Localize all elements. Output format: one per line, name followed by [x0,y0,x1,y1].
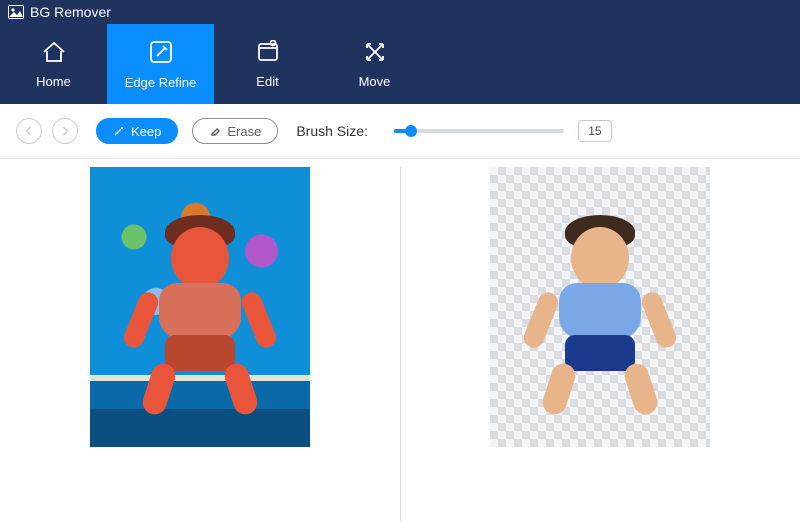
app-logo-icon [8,5,24,19]
cutout-subject [525,215,675,415]
app-title: BG Remover [30,4,111,20]
eraser-icon [209,125,221,137]
tab-label: Move [359,74,391,89]
arrow-right-icon [59,125,71,137]
home-icon [41,40,67,64]
wand-icon [113,125,125,137]
erase-button[interactable]: Erase [192,118,278,144]
tab-label: Edge Refine [125,75,197,90]
slider-thumb[interactable] [405,125,417,137]
redo-button[interactable] [52,118,78,144]
titlebar: BG Remover [0,0,800,24]
keep-label: Keep [131,124,161,139]
result-canvas[interactable] [490,167,710,447]
tab-bar: Home Edge Refine Edit Move [0,24,800,104]
app-header: BG Remover Home Edge Refine Edit Move [0,0,800,104]
erase-label: Erase [227,124,261,139]
move-icon [363,40,387,64]
brush-size-slider[interactable] [394,129,564,133]
arrow-left-icon [23,125,35,137]
tab-edit[interactable]: Edit [214,24,321,104]
undo-button[interactable] [16,118,42,144]
toolbar: Keep Erase Brush Size: 15 [0,104,800,159]
keep-button[interactable]: Keep [96,118,178,144]
tab-home[interactable]: Home [0,24,107,104]
edit-icon [255,40,281,64]
brush-size-value[interactable]: 15 [578,120,612,142]
selection-mask [125,215,275,415]
tab-label: Edit [256,74,278,89]
tab-label: Home [36,74,71,89]
workspace [0,159,800,522]
tab-edge-refine[interactable]: Edge Refine [107,24,214,104]
original-canvas[interactable] [90,167,310,447]
tab-move[interactable]: Move [321,24,428,104]
result-pane [401,167,800,522]
edge-refine-icon [148,39,174,65]
original-pane [0,167,401,522]
brush-size-label: Brush Size: [296,123,368,139]
